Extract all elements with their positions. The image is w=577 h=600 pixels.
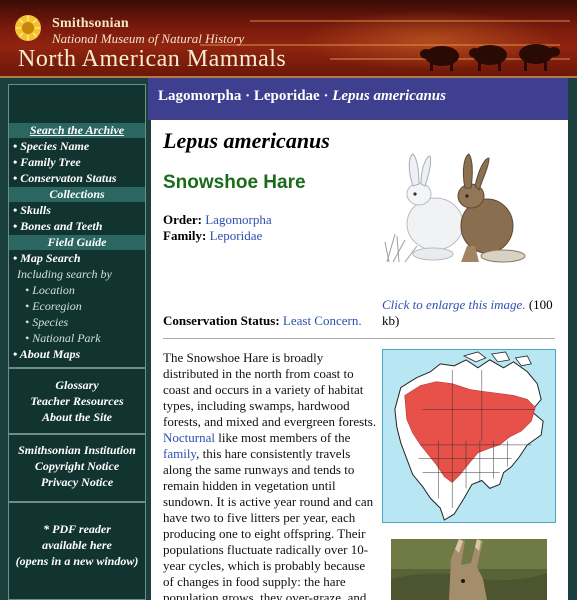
musk-oxen-silhouette [420,44,560,71]
hare-illustration[interactable] [383,150,535,268]
hare-photo[interactable] [391,539,547,600]
description-text: like most members of the [218,430,351,445]
sidebar-item-map-search[interactable]: • Map Search [13,251,81,266]
sidebar-nav: Search the Archive • Species Name • Fami… [8,84,146,600]
sidebar-search-archive[interactable]: Search the Archive [9,123,145,138]
content-divider [163,338,555,339]
species-description: The Snowshoe Hare is broadly distributed… [163,350,379,600]
nocturnal-link[interactable]: Nocturnal [163,430,215,445]
sidebar-item-species[interactable]: • Species [25,315,68,330]
sidebar-item-conservation-status[interactable]: • Conservaton Status [13,171,117,186]
family-label: Family: [163,228,207,243]
header-streak [250,20,570,22]
breadcrumb-separator: · [245,88,251,104]
sidebar-divider [9,433,145,435]
enlarge-image-link[interactable]: Click to enlarge this image. [382,297,526,312]
sidebar-divider [9,501,145,503]
sidebar-pdf-reader[interactable]: * PDF reader [9,522,145,537]
enlarge-caption: Click to enlarge this image. (100 kb) [382,297,562,329]
page-title: Lepus americanus [163,128,330,153]
conservation-label: Conservation Status: [163,313,280,328]
site-title[interactable]: North American Mammals [18,46,286,73]
breadcrumb-family[interactable]: Leporidae [254,88,320,104]
order-label: Order: [163,212,202,227]
common-name: Snowshoe Hare [163,172,306,193]
family-line: Family: Leporidae [163,228,262,244]
museum-name[interactable]: National Museum of Natural History [52,31,244,47]
sidebar-section-collections: Collections [9,187,145,202]
sidebar-item-location[interactable]: • Location [25,283,75,298]
description-text: The Snowshoe Hare is broadly distributed… [163,350,377,429]
sidebar-divider [9,367,145,369]
sidebar-including-label: Including search by [17,267,112,281]
conservation-status: Conservation Status: Least Concern. [163,313,362,329]
sidebar-item-species-name[interactable]: • Species Name [13,139,89,154]
taxonomy-breadcrumb: Lagomorpha · Leporidae · Lepus americanu… [148,78,568,120]
sidebar-link-glossary[interactable]: Glossary [9,378,145,393]
family-link[interactable]: Leporidae [210,228,263,243]
order-line: Order: Lagomorpha [163,212,272,228]
site-header: Smithsonian National Museum of Natural H… [0,0,577,78]
range-map[interactable] [382,349,556,523]
sidebar-item-skulls[interactable]: • Skulls [13,203,51,218]
sidebar-pdf-new-window: (opens in a new window) [15,554,139,568]
breadcrumb-species: Lepus americanus [332,88,446,104]
order-link[interactable]: Lagomorpha [205,212,271,227]
sidebar-link-privacy[interactable]: Privacy Notice [9,475,145,490]
sidebar-link-teacher-resources[interactable]: Teacher Resources [9,394,145,409]
institution-name[interactable]: Smithsonian [52,16,129,32]
sidebar-item-ecoregion[interactable]: • Ecoregion [25,299,82,314]
sidebar-link-copyright[interactable]: Copyright Notice [9,459,145,474]
sidebar-item-family-tree[interactable]: • Family Tree [13,155,81,170]
sidebar-pdf-available[interactable]: available here [9,538,145,553]
description-text: , this hare consistently travels along t… [163,446,374,600]
breadcrumb-separator: · [323,88,329,104]
family-glossary-link[interactable]: family [163,446,196,461]
conservation-link[interactable]: Least Concern. [283,313,362,328]
smithsonian-sun-logo[interactable] [14,14,42,42]
sidebar-item-bones-teeth[interactable]: • Bones and Teeth [13,219,102,234]
breadcrumb-order[interactable]: Lagomorpha [158,88,241,104]
sidebar-item-national-park[interactable]: • National Park [25,331,101,346]
sidebar-item-about-maps[interactable]: • About Maps [13,347,80,362]
species-content: Lepus americanus Snowshoe Hare Order: La… [151,120,568,600]
sidebar-link-about-site[interactable]: About the Site [9,410,145,425]
sidebar-section-field-guide: Field Guide [9,235,145,250]
sidebar-link-smithsonian[interactable]: Smithsonian Institution [9,443,145,458]
